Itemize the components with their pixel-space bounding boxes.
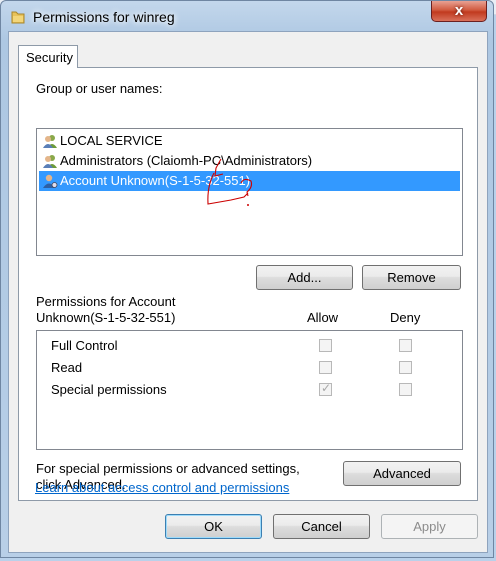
apply-button[interactable]: Apply (381, 514, 478, 539)
remove-button[interactable]: Remove (362, 265, 461, 290)
permissions-list: Full Control Read Special permissions ✓ (36, 330, 463, 450)
users-icon (43, 135, 57, 148)
list-item-administrators[interactable]: Administrators (Claiomh-PC\Administrator… (39, 151, 460, 171)
full-control-deny-checkbox[interactable] (399, 339, 412, 352)
permissions-dialog: Permissions for winreg x Security Group … (0, 0, 494, 558)
advanced-button[interactable]: Advanced (343, 461, 461, 486)
permissions-header-line2: Unknown(S-1-5-32-551) (36, 310, 176, 325)
add-button[interactable]: Add... (256, 265, 353, 290)
deny-column-header: Deny (390, 310, 421, 325)
title-bar[interactable]: Permissions for winreg x (1, 1, 493, 31)
learn-access-control-link[interactable]: Learn about access control and permissio… (35, 480, 289, 495)
ok-button[interactable]: OK (165, 514, 262, 539)
close-icon: x (454, 2, 464, 19)
user-name: Account Unknown(S-1-5-32-551) (60, 173, 251, 188)
dialog-client-area: Security Group or user names: LOCAL SERV… (8, 31, 488, 553)
group-or-user-names-label: Group or user names: (36, 81, 163, 96)
read-allow-checkbox[interactable] (319, 361, 332, 374)
special-deny-checkbox[interactable] (399, 383, 412, 396)
read-deny-checkbox[interactable] (399, 361, 412, 374)
window-title: Permissions for winreg (33, 9, 175, 25)
user-name: LOCAL SERVICE (60, 133, 163, 148)
special-allow-checkbox[interactable]: ✓ (319, 381, 332, 396)
folder-icon (11, 11, 25, 24)
list-item-local-service[interactable]: LOCAL SERVICE (39, 131, 460, 151)
user-name: Administrators (Claiomh-PC\Administrator… (60, 153, 313, 168)
permission-name-full-control: Full Control (51, 338, 118, 353)
tab-label: Security (26, 50, 73, 65)
checkmark-icon: ✓ (321, 381, 332, 395)
unknown-user-icon (43, 174, 58, 188)
close-button[interactable]: x (431, 1, 487, 22)
user-listbox[interactable]: LOCAL SERVICE Administrators (Claiomh-PC… (36, 128, 463, 256)
advanced-hint-line1: For special permissions or advanced sett… (36, 461, 300, 476)
permissions-header-line1: Permissions for Account (36, 294, 176, 309)
permission-name-read: Read (51, 360, 83, 375)
full-control-allow-checkbox[interactable] (319, 339, 332, 352)
permission-name-special: Special permissions (51, 382, 167, 397)
cancel-button[interactable]: Cancel (273, 514, 370, 539)
security-tab-panel: Group or user names: LOCAL SERVICE Admin… (18, 67, 478, 501)
list-item-account-unknown[interactable]: Account Unknown(S-1-5-32-551) (39, 171, 460, 191)
users-icon (43, 155, 57, 168)
allow-column-header: Allow (307, 310, 339, 325)
tab-security[interactable]: Security (18, 45, 78, 68)
